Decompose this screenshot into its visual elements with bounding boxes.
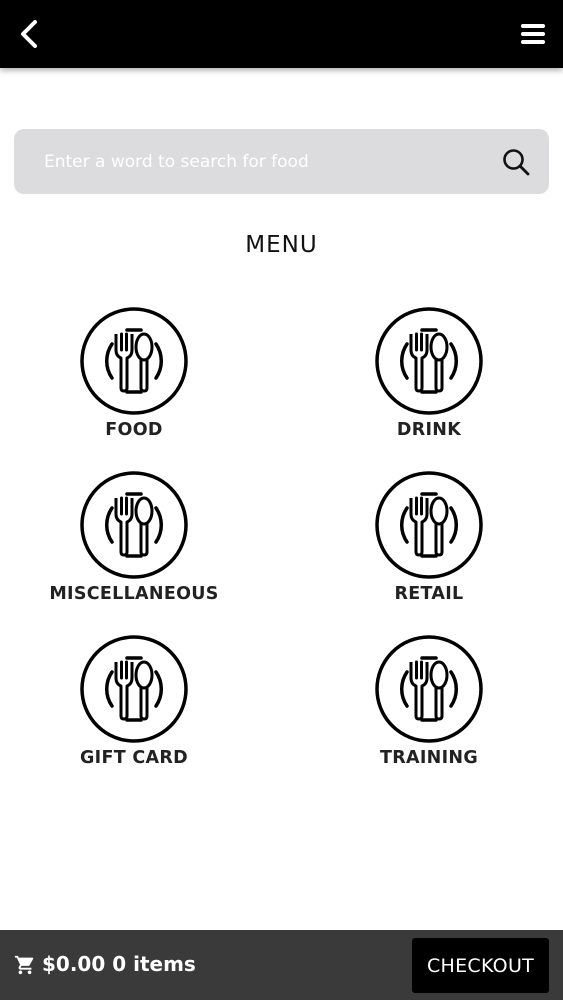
checkout-button[interactable]: CHECKOUT [412, 938, 549, 993]
fork-spoon-plate-icon [374, 306, 484, 416]
category-label: FOOD [105, 420, 163, 440]
search-input[interactable] [44, 129, 484, 194]
menu-button[interactable] [513, 14, 553, 54]
search-bar [14, 129, 549, 194]
back-button[interactable] [10, 14, 50, 54]
category-retail[interactable]: RETAIL [309, 470, 549, 620]
fork-spoon-plate-icon [79, 306, 189, 416]
fork-spoon-plate-icon [374, 634, 484, 744]
category-label: GIFT CARD [80, 748, 188, 768]
top-bar [0, 0, 563, 68]
fork-spoon-plate-icon [374, 470, 484, 580]
category-label: TRAINING [379, 748, 479, 768]
cart-icon [14, 955, 34, 975]
cart-total: $0.00 0 items [42, 952, 196, 976]
category-food[interactable]: FOOD [14, 306, 254, 456]
category-label: RETAIL [394, 584, 464, 604]
category-label: DRINK [396, 420, 462, 440]
search-icon[interactable] [501, 147, 531, 177]
hamburger-menu-icon [521, 24, 545, 44]
fork-spoon-plate-icon [79, 634, 189, 744]
app-screen: MENU FOOD DRINK MISCELLANEOUS RETAIL GIF… [0, 0, 563, 1000]
category-label: MISCELLANEOUS [49, 584, 219, 604]
category-miscellaneous[interactable]: MISCELLANEOUS [14, 470, 254, 620]
category-training[interactable]: TRAINING [309, 634, 549, 784]
category-drink[interactable]: DRINK [309, 306, 549, 456]
menu-title: MENU [245, 232, 318, 258]
fork-spoon-plate-icon [79, 470, 189, 580]
chevron-left-icon [21, 20, 37, 48]
category-gift-card[interactable]: GIFT CARD [14, 634, 254, 784]
